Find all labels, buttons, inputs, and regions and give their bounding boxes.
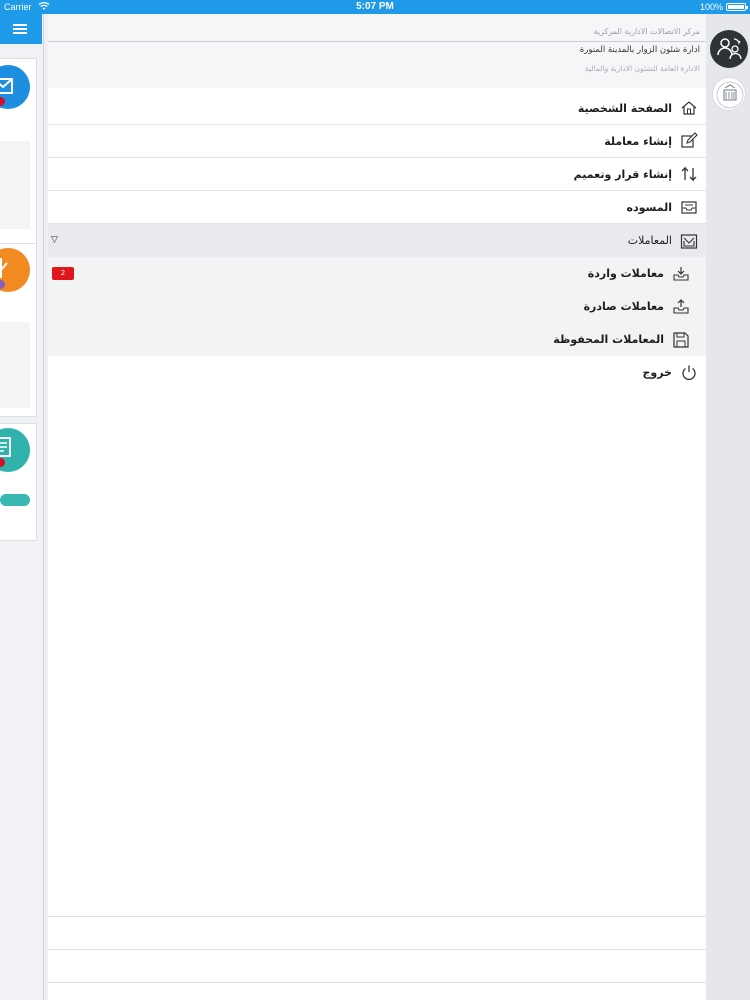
- header-divider: [48, 41, 706, 42]
- menu-item-label: إنشاء قرار وتعميم: [573, 167, 672, 181]
- dashboard-card-mail[interactable]: [0, 58, 37, 246]
- status-bar: Carrier 5:07 PM 100%: [0, 0, 750, 14]
- navigation-drawer: مركز الاتصالات الادارية المركزية ادارة ش…: [48, 14, 706, 1000]
- menu-item-label: الصفحة الشخصية: [577, 101, 672, 115]
- dashboard-peek: [0, 14, 44, 1000]
- menu-item-create-decision[interactable]: إنشاء قرار وتعميم: [48, 158, 706, 191]
- submenu-item-outgoing[interactable]: معاملات صادرة: [48, 290, 706, 323]
- submenu-item-label: المعاملات المحفوظة: [553, 333, 664, 346]
- card-content: [0, 141, 30, 229]
- menu-item-label: خروج: [642, 366, 672, 379]
- submenu-item-label: معاملات واردة: [587, 267, 664, 280]
- org-center-name: مركز الاتصالات الادارية المركزية: [593, 27, 700, 36]
- menu-item-profile[interactable]: الصفحة الشخصية: [48, 92, 706, 125]
- battery-icon: [726, 3, 748, 11]
- user-switch-icon: [717, 38, 742, 60]
- battery-percent: 100%: [699, 2, 723, 12]
- menu-item-create-transaction[interactable]: إنشاء معاملة: [48, 125, 706, 158]
- menu-group-label: المعاملات: [627, 234, 672, 247]
- documents-icon: [0, 428, 30, 472]
- transactions-submenu: معاملات واردة 2 معاملات صادرة المعاملات …: [48, 257, 706, 356]
- org-general-administration: الادارة العامة للشئون الادارية والمالية: [585, 64, 700, 73]
- organization-header: مركز الاتصالات الادارية المركزية ادارة ش…: [48, 14, 706, 88]
- menu-item-label: إنشاء معاملة: [604, 134, 672, 148]
- dashboard-card-docs[interactable]: [0, 423, 37, 541]
- hamburger-icon: [13, 24, 27, 26]
- tray-in-icon: [673, 266, 689, 281]
- menu-item-drafts[interactable]: المسوده: [48, 191, 706, 224]
- dashboard-card-tree[interactable]: [0, 243, 37, 417]
- floppy-icon: [673, 331, 689, 348]
- submenu-item-saved[interactable]: المعاملات المحفوظة: [48, 323, 706, 356]
- menu-item-logout[interactable]: خروج: [48, 356, 706, 389]
- swap-icon: [681, 166, 697, 182]
- mail-box-icon: [680, 233, 698, 249]
- menu-toggle-button[interactable]: [0, 14, 42, 44]
- user-switch-button[interactable]: [710, 30, 748, 68]
- menu-group-transactions[interactable]: المعاملات ▽: [48, 224, 706, 257]
- progress-bar: [0, 494, 30, 506]
- edit-icon: [681, 132, 698, 148]
- emblem-logo: [712, 77, 746, 111]
- tray-out-icon: [673, 298, 689, 314]
- footer-divider: [48, 916, 706, 917]
- power-icon: [682, 365, 696, 380]
- submenu-item-incoming[interactable]: معاملات واردة 2: [48, 257, 706, 290]
- menu-item-label: المسوده: [626, 200, 672, 214]
- org-department-name: ادارة شئون الزوار بالمدينة المنورة: [579, 45, 700, 55]
- footer-divider: [48, 949, 706, 950]
- right-rail: [706, 14, 750, 1000]
- submenu-item-label: معاملات صادرة: [583, 300, 664, 313]
- inbox-tray-icon: [681, 201, 697, 214]
- card-content: [0, 322, 30, 408]
- home-icon: [681, 101, 697, 115]
- drawer-menu: الصفحة الشخصية إنشاء معاملة إنشاء قرار و…: [48, 92, 706, 389]
- footer-divider: [48, 982, 706, 983]
- clock: 5:07 PM: [356, 1, 394, 12]
- expand-triangle-icon[interactable]: ▽: [51, 235, 58, 245]
- unread-count-badge: 2: [52, 267, 74, 280]
